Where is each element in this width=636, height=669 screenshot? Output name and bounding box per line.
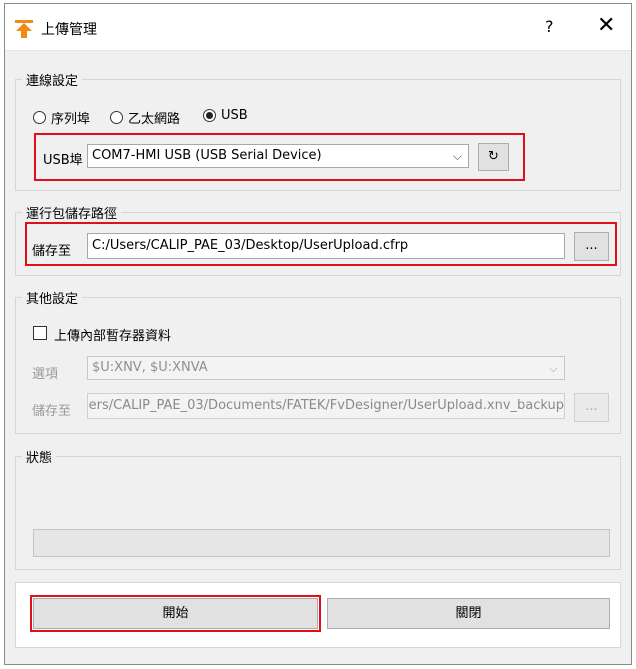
radio-serial-port-label: 序列埠 xyxy=(51,112,91,127)
other-settings-title: 其他設定 xyxy=(22,288,83,307)
usb-device-select[interactable]: COM7-HMI USB (USB Serial Device) ⌵ xyxy=(87,144,469,168)
ellipsis-label: ... xyxy=(585,399,598,414)
backup-path-value: C:/Users/CALIP_PAE_03/Documents/FATEK/Fv… xyxy=(87,398,564,413)
radio-usb-label: USB xyxy=(221,108,248,123)
backup-browse-button[interactable]: ... xyxy=(574,393,609,422)
package-save-label: 儲存至 xyxy=(32,244,72,259)
chevron-down-icon: ⌵ xyxy=(452,149,462,163)
package-path-input[interactable]: C:/Users/CALIP_PAE_03/Desktop/UserUpload… xyxy=(87,233,565,259)
radio-ethernet[interactable]: 乙太網路 xyxy=(110,108,180,127)
refresh-icon: ↻ xyxy=(488,149,499,164)
radio-usb[interactable]: USB xyxy=(203,108,248,123)
options-label: 選項 xyxy=(32,367,59,382)
title-bar: 上傳管理 ? ✕ xyxy=(5,4,631,51)
upload-internal-checkbox[interactable] xyxy=(33,326,47,340)
package-path-title: 運行包儲存路徑 xyxy=(22,203,122,222)
upload-arrow-icon xyxy=(15,20,33,38)
options-select[interactable]: $U:XNV, $U:XNVA ⌵ xyxy=(87,356,565,380)
radio-serial-port[interactable]: 序列埠 xyxy=(33,108,90,127)
help-button[interactable]: ? xyxy=(545,17,554,36)
upload-progress-bar xyxy=(33,529,610,557)
window-title: 上傳管理 xyxy=(41,22,97,38)
close-label: 關閉 xyxy=(455,606,482,621)
connection-settings-title: 連線設定 xyxy=(22,70,83,89)
upload-manager-dialog: 上傳管理 ? ✕ 連線設定 序列埠 乙太網路 USB USB埠 COM7-HMI… xyxy=(4,3,632,665)
start-button[interactable]: 開始 xyxy=(33,598,318,629)
package-path-value: C:/Users/CALIP_PAE_03/Desktop/UserUpload… xyxy=(92,238,409,253)
chevron-down-icon: ⌵ xyxy=(548,361,558,375)
radio-circle[interactable] xyxy=(33,111,46,124)
usb-device-value: COM7-HMI USB (USB Serial Device) xyxy=(92,148,322,163)
close-button[interactable]: 關閉 xyxy=(327,598,610,629)
close-window-button[interactable]: ✕ xyxy=(597,13,615,38)
ellipsis-label: ... xyxy=(585,238,598,253)
usb-port-label: USB埠 xyxy=(43,153,83,168)
package-browse-button[interactable]: ... xyxy=(574,232,609,261)
start-label: 開始 xyxy=(162,606,189,621)
upload-internal-label: 上傳內部暫存器資料 xyxy=(54,329,172,344)
backup-path-input[interactable]: C:/Users/CALIP_PAE_03/Documents/FATEK/Fv… xyxy=(87,393,565,419)
radio-circle[interactable] xyxy=(110,111,123,124)
refresh-button[interactable]: ↻ xyxy=(478,143,509,171)
backup-save-label: 儲存至 xyxy=(32,404,72,419)
radio-circle-checked[interactable] xyxy=(203,109,216,122)
options-value: $U:XNV, $U:XNVA xyxy=(92,360,208,375)
status-title: 狀態 xyxy=(22,447,57,466)
radio-ethernet-label: 乙太網路 xyxy=(128,112,181,127)
